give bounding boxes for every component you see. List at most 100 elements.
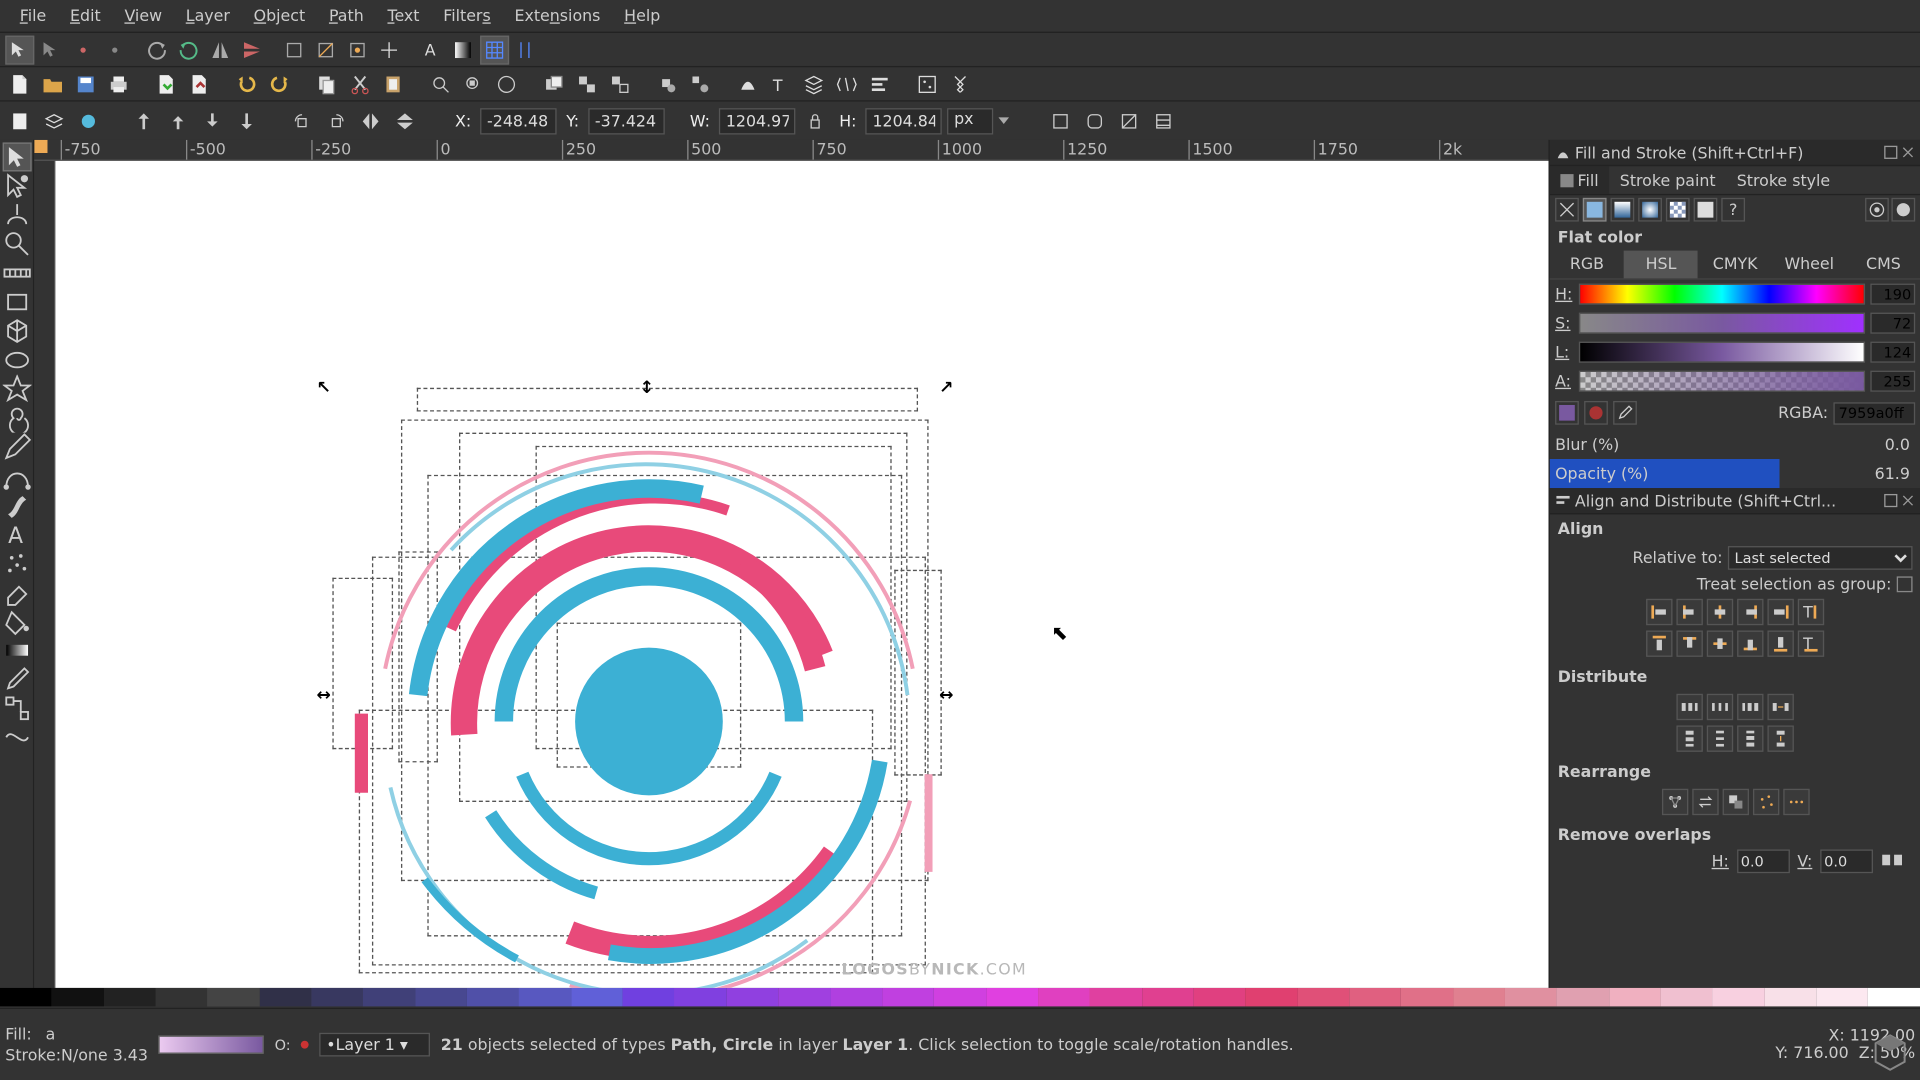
align-right-out[interactable] [1767, 599, 1793, 625]
paint-none-button[interactable] [1555, 198, 1579, 222]
unlink-clone-button[interactable] [605, 69, 634, 98]
align-text-left[interactable]: T [1798, 599, 1824, 625]
rearr-unclump[interactable] [1783, 789, 1809, 815]
paint-pattern-button[interactable] [1666, 198, 1690, 222]
ungroup-button[interactable] [686, 69, 715, 98]
measure-tool[interactable] [2, 259, 31, 288]
raise-button[interactable] [164, 106, 193, 135]
menu-text[interactable]: Text [376, 4, 432, 28]
palette-swatch[interactable] [571, 988, 623, 1006]
paint-swatch-button[interactable] [1694, 198, 1718, 222]
palette-swatch[interactable] [1349, 988, 1401, 1006]
palette-swatch[interactable] [519, 988, 571, 1006]
gradient-shortcut[interactable] [448, 35, 477, 64]
palette-swatch[interactable] [1245, 988, 1297, 1006]
transform-rotate-cw[interactable] [174, 35, 203, 64]
palette-swatch[interactable] [1194, 988, 1246, 1006]
menu-path[interactable]: Path [317, 4, 376, 28]
menu-file[interactable]: FFileile [8, 4, 58, 28]
palette-swatch[interactable] [363, 988, 415, 1006]
hue-input[interactable] [1870, 284, 1915, 305]
palette-swatch[interactable] [1816, 988, 1868, 1006]
paint-flat-button[interactable] [1583, 198, 1607, 222]
x-input[interactable] [480, 107, 557, 133]
y-input[interactable] [588, 107, 665, 133]
tweak-tool[interactable] [2, 200, 31, 229]
align-left-out[interactable] [1646, 599, 1672, 625]
star-tool[interactable] [2, 375, 31, 404]
palette-swatch[interactable] [675, 988, 727, 1006]
panel-close-icon[interactable] [1901, 145, 1916, 160]
align-bottom[interactable] [1737, 630, 1763, 656]
align-vcenter[interactable] [1707, 630, 1733, 656]
fill-rule-nonzero-button[interactable] [1891, 198, 1915, 222]
menu-extensions[interactable]: Extensions [503, 4, 613, 28]
palette-swatch[interactable] [311, 988, 363, 1006]
hue-slider[interactable] [1579, 284, 1865, 305]
bucket-tool[interactable] [2, 607, 31, 636]
node-tool[interactable] [2, 171, 31, 200]
palette-swatch[interactable] [1868, 988, 1920, 1006]
selection-mode-1[interactable] [5, 35, 34, 64]
rearr-zorder[interactable] [1722, 789, 1748, 815]
fill-stroke-dialog-button[interactable] [733, 69, 762, 98]
raise-top-button[interactable] [129, 106, 158, 135]
unit-select[interactable]: px [947, 107, 1009, 133]
ellipse-tool[interactable] [2, 346, 31, 375]
selector-tool[interactable] [2, 142, 31, 171]
layers-dialog-button[interactable] [799, 69, 828, 98]
palette-swatch[interactable] [882, 988, 934, 1006]
palette-swatch[interactable] [1661, 988, 1713, 1006]
h-input[interactable] [866, 107, 943, 133]
dist-vgap[interactable] [1767, 725, 1793, 751]
save-button[interactable] [71, 69, 100, 98]
panel-close-icon-2[interactable] [1901, 493, 1916, 508]
palette-swatch[interactable] [1505, 988, 1557, 1006]
palette-swatch[interactable] [415, 988, 467, 1006]
menu-help[interactable]: Help [612, 4, 672, 28]
panel-detach-icon-2[interactable] [1884, 493, 1899, 508]
transform-rotate-ccw[interactable] [142, 35, 171, 64]
dropper-tool[interactable] [2, 665, 31, 694]
remove-overlaps-button[interactable] [1881, 850, 1913, 872]
spiral-tool[interactable] [2, 404, 31, 433]
snap-guides[interactable] [512, 35, 541, 64]
spray-tool[interactable] [2, 549, 31, 578]
align-top-out[interactable] [1646, 630, 1672, 656]
lower-bottom-button[interactable] [232, 106, 261, 135]
eraser-tool[interactable] [2, 578, 31, 607]
sat-slider[interactable] [1579, 313, 1865, 334]
align-panel-title[interactable]: Align and Distribute (Shift+Ctrl... [1550, 488, 1920, 514]
dist-top[interactable] [1676, 725, 1702, 751]
open-button[interactable] [38, 69, 67, 98]
move-gradients-toggle[interactable] [343, 35, 372, 64]
tab-fill[interactable]: Fill [1550, 166, 1609, 194]
dist-left[interactable] [1676, 694, 1702, 720]
rubberband-toggle[interactable] [100, 35, 129, 64]
rotate-90-ccw-button[interactable] [288, 106, 317, 135]
lig-input[interactable] [1870, 342, 1915, 363]
palette-swatch[interactable] [1609, 988, 1661, 1006]
dist-bottom[interactable] [1737, 725, 1763, 751]
new-doc-button[interactable] [5, 69, 34, 98]
redo-button[interactable] [265, 69, 294, 98]
palette-swatch[interactable] [1453, 988, 1505, 1006]
rect-tool[interactable] [2, 288, 31, 317]
canvas[interactable]: ↖ ↕ ↗ ↔ ↔ [55, 161, 1548, 988]
paint-unknown-button[interactable]: ? [1721, 198, 1745, 222]
affect-gradient-button[interactable] [1115, 106, 1144, 135]
mode-cms[interactable]: CMS [1846, 251, 1920, 279]
gradient-tool[interactable] [2, 636, 31, 665]
treat-as-group-checkbox[interactable] [1897, 576, 1913, 592]
lpe-tool[interactable] [2, 723, 31, 752]
palette-swatch[interactable] [1401, 988, 1453, 1006]
dist-hcenter[interactable] [1707, 694, 1733, 720]
palette-swatch[interactable] [830, 988, 882, 1006]
export-button[interactable] [185, 69, 214, 98]
transform-flip-v[interactable] [237, 35, 266, 64]
menu-filters[interactable]: Filters [431, 4, 502, 28]
bezier-tool[interactable] [2, 462, 31, 491]
align-top[interactable] [1676, 630, 1702, 656]
paint-radial-button[interactable] [1638, 198, 1662, 222]
overlap-v-input[interactable] [1820, 849, 1873, 873]
